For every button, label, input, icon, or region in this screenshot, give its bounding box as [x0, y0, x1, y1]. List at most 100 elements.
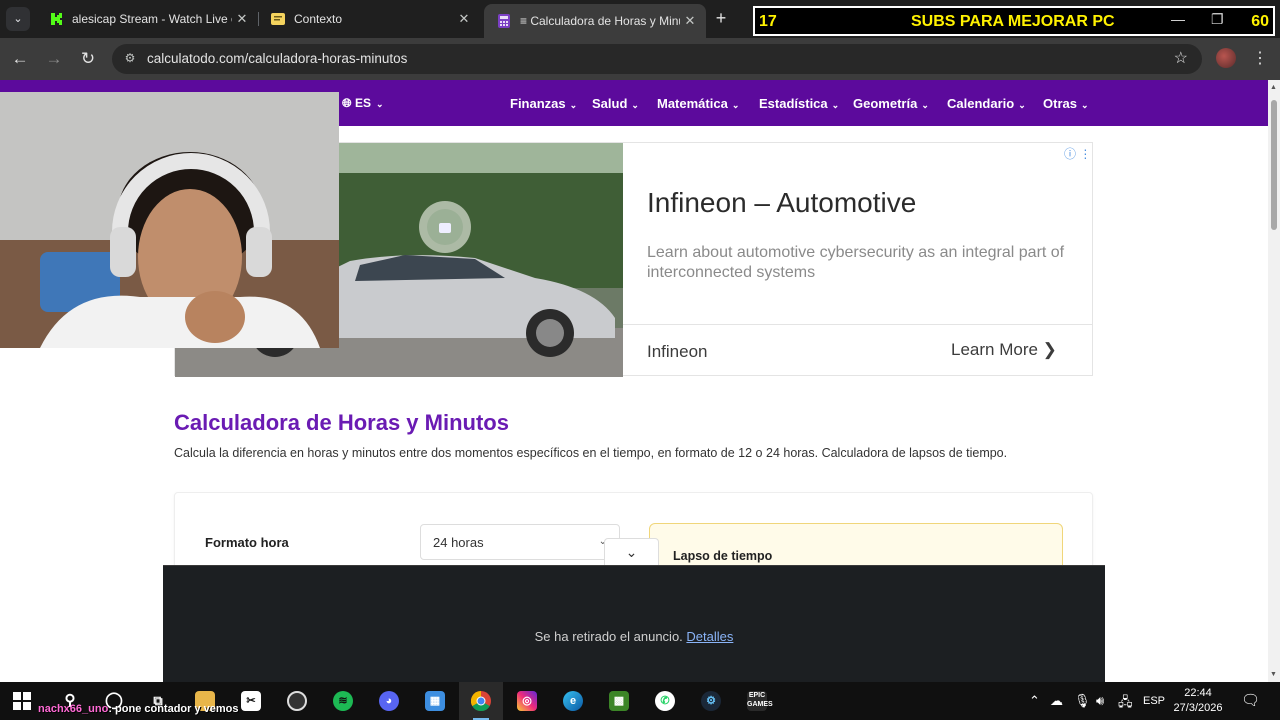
restore-icon[interactable]: ❐	[1211, 11, 1224, 28]
streamer-image	[0, 92, 339, 348]
close-icon[interactable]: ✕	[680, 13, 700, 29]
chevron-down-icon: ⌄	[921, 100, 929, 110]
overlay-title: SUBS PARA MEJORAR PC	[911, 13, 1115, 30]
scrollbar-thumb[interactable]	[1271, 100, 1277, 230]
format-select[interactable]: 24 horas ⌄	[420, 524, 620, 560]
nav-otras[interactable]: Otras ⌄	[1043, 96, 1089, 111]
minecraft-icon[interactable]: ▩	[609, 691, 629, 711]
tray-chevron-up-icon[interactable]: ⌃	[1029, 693, 1040, 709]
back-arrow-icon[interactable]: ←	[9, 48, 31, 70]
address-bar[interactable]: ⚙ calculatodo.com/calculadora-horas-minu…	[112, 44, 1202, 74]
site-info-icon[interactable]: ⚙	[122, 51, 138, 67]
chat-username: nachx66_uno	[38, 703, 109, 715]
nav-finanzas[interactable]: Finanzas ⌄	[510, 96, 577, 111]
chevron-down-icon: ⌄	[731, 100, 740, 110]
scroll-down-icon[interactable]: ▼	[1270, 671, 1277, 678]
tab-contexto[interactable]: Contexto ✕	[258, 4, 480, 34]
stream-counter-overlay: 17 SUBS PARA MEJORAR PC — ❐ 60	[753, 6, 1275, 36]
chevron-down-icon: ⌄	[1080, 100, 1089, 110]
page-scrollbar[interactable]: ▲ ▼	[1268, 80, 1280, 682]
url-text[interactable]: calculatodo.com/calculadora-horas-minuto…	[147, 51, 407, 66]
scroll-up-icon[interactable]: ▲	[1270, 84, 1277, 91]
nav-salud[interactable]: Salud ⌄	[592, 96, 639, 111]
calculatodo-icon	[498, 14, 510, 28]
taskbar-clock[interactable]: 22:44 27/3/2026	[1172, 686, 1224, 716]
spotify-icon[interactable]: ≋	[333, 691, 353, 711]
instagram-icon[interactable]: ◎	[517, 691, 537, 711]
notifications-icon[interactable]: 🗨︎	[1241, 691, 1260, 709]
ad-learn-more-button[interactable]: Learn More ❯	[951, 340, 1057, 360]
nav-geometria[interactable]: Geometría ⌄	[853, 96, 929, 111]
ad-removed-bar: Se ha retirado el anuncio. Detalles	[163, 565, 1105, 682]
result-title: Lapso de tiempo	[673, 549, 773, 563]
tab-strip: ⌄ alesicap Stream - Watch Live on ✕ Cont…	[0, 0, 1280, 38]
nav-label: Geometría	[853, 96, 918, 111]
details-link[interactable]: Detalles	[686, 629, 733, 644]
nav-calendario[interactable]: Calendario ⌄	[947, 96, 1026, 111]
minimize-icon[interactable]: —	[1171, 11, 1185, 27]
nav-label: Matemática	[657, 96, 728, 111]
collapse-ad-button[interactable]: ⌄	[604, 538, 659, 566]
edge-icon[interactable]: e	[563, 691, 583, 711]
discord-icon[interactable]: ◕	[379, 691, 399, 711]
chevron-down-icon: ⌄	[569, 100, 578, 110]
nav-estadistica[interactable]: Estadística ⌄	[759, 96, 839, 111]
ad-info-icon[interactable]: ⓘ ⋮	[1064, 145, 1091, 162]
network-icon[interactable]: 🖧	[1118, 693, 1133, 715]
ad-cta-label: Learn More	[951, 340, 1038, 359]
close-icon[interactable]: ✕	[454, 11, 474, 27]
stream-chat-overlay: nachx66_uno: pone contador y vemos	[38, 703, 239, 715]
nav-label: Calendario	[947, 96, 1015, 111]
chevron-right-icon: ❯	[1042, 340, 1057, 359]
contexto-icon	[271, 13, 285, 25]
language-selector[interactable]: 🌐︎ ES ⌄	[342, 96, 384, 111]
forward-arrow-icon[interactable]: →	[43, 48, 65, 70]
tab-calculadora[interactable]: ≡ Calculadora de Horas y Minu ✕	[484, 4, 706, 38]
input-language[interactable]: ESP	[1143, 695, 1165, 707]
more-menu-icon[interactable]: ⋮	[1252, 48, 1268, 68]
ad-removed-message: Se ha retirado el anuncio. Detalles	[163, 629, 1105, 644]
onedrive-icon[interactable]: ☁	[1050, 693, 1063, 709]
windows-taskbar: ⚲ ◯ ⧉ ✂ ≋ ◕ ▦ ◎ e ▩ ✆ ⚙ EPIC GAMES nachx6…	[0, 682, 1280, 720]
language-label: ES	[354, 96, 371, 110]
chrome-icon[interactable]	[471, 691, 491, 711]
new-tab-icon[interactable]: +	[710, 8, 732, 30]
clock-date: 27/3/2026	[1173, 702, 1223, 714]
store-icon[interactable]: ▦	[425, 691, 445, 711]
windows-start-icon[interactable]	[13, 692, 31, 710]
profile-avatar[interactable]	[1216, 48, 1236, 68]
tab-title: Contexto	[294, 12, 343, 26]
whatsapp-icon[interactable]: ✆	[655, 691, 675, 711]
microphone-icon[interactable]: 🎙︎	[1074, 693, 1091, 709]
steam-icon[interactable]: ⚙	[701, 691, 721, 711]
chevron-down-icon: ⌄	[375, 99, 384, 109]
format-select-value: 24 horas	[433, 535, 484, 550]
tab-title: alesicap Stream - Watch Live on	[72, 12, 232, 26]
tab-search-icon[interactable]: ⌄	[6, 7, 30, 31]
page-title: Calculadora de Horas y Minutos	[174, 410, 509, 435]
chat-message: : pone contador y vemos	[108, 703, 239, 715]
bookmark-star-icon[interactable]: ☆	[1174, 48, 1188, 68]
epic-games-icon[interactable]: EPIC GAMES	[747, 691, 773, 711]
ad-brand: Infineon	[647, 342, 708, 361]
nav-label: Salud	[592, 96, 628, 111]
close-icon[interactable]: ✕	[232, 11, 252, 27]
nav-label: Finanzas	[510, 96, 566, 111]
format-label: Formato hora	[205, 535, 289, 550]
capcut-icon[interactable]: ✂	[241, 691, 261, 711]
chevron-down-icon: ⌄	[831, 100, 840, 110]
nav-matematica[interactable]: Matemática ⌄	[657, 96, 739, 111]
nav-label: Estadística	[759, 96, 828, 111]
ad-divider	[623, 324, 1093, 325]
ad-removed-text: Se ha retirado el anuncio.	[534, 629, 683, 644]
reload-icon[interactable]: ↻	[77, 48, 99, 70]
clock-time: 22:44	[1184, 687, 1212, 699]
chevron-down-icon: ⌄	[631, 100, 639, 110]
page-intro: Calcula la diferencia en horas y minutos…	[174, 446, 1008, 460]
overlay-right-value: 60	[1251, 13, 1269, 30]
volume-icon[interactable]: 🔊︎	[1096, 693, 1104, 709]
kick-icon	[48, 11, 64, 27]
nav-label: Otras	[1043, 96, 1077, 111]
tab-kick[interactable]: alesicap Stream - Watch Live on ✕	[36, 4, 258, 34]
speedometer-icon[interactable]	[287, 691, 307, 711]
